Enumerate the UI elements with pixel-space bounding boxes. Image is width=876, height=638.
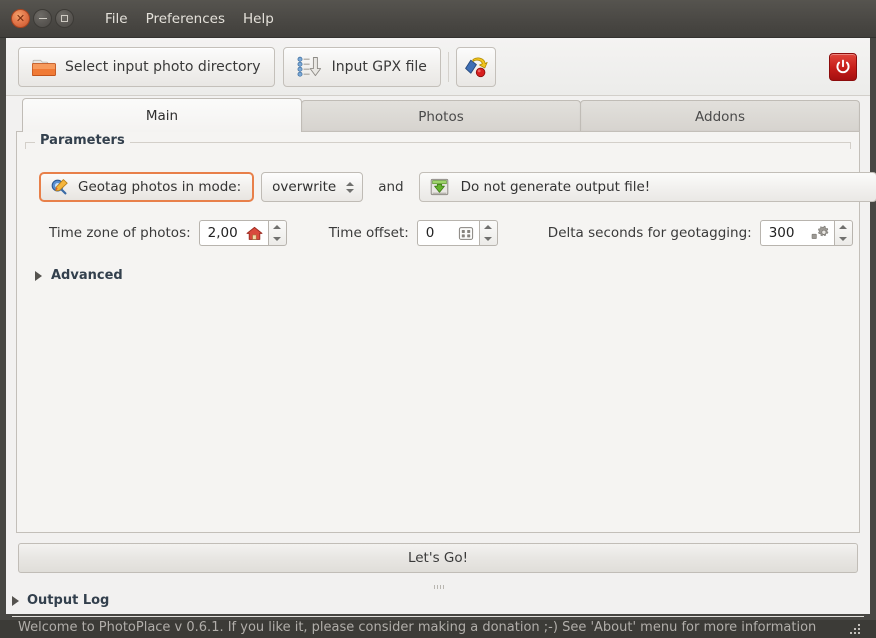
tab-bar: Main Photos Addons — [6, 96, 870, 132]
chevron-updown-icon — [346, 181, 355, 193]
select-input-photo-directory-label: Select input photo directory — [65, 58, 261, 75]
toolbar-separator — [447, 51, 449, 82]
time-zone-label: Time zone of photos: — [49, 225, 191, 241]
variables-button[interactable] — [455, 46, 496, 87]
output-log-label: Output Log — [27, 593, 110, 608]
time-offset-input[interactable]: 0 — [416, 220, 479, 246]
output-file-button[interactable]: Do not generate output file! — [418, 172, 876, 202]
pane-resize-handle[interactable] — [434, 585, 446, 589]
menu-item-help[interactable]: Help — [234, 8, 283, 30]
geotag-icon — [50, 178, 69, 197]
close-button[interactable]: ✕ — [11, 9, 30, 28]
frame-left-tick — [25, 142, 26, 149]
time-zone-step-down[interactable] — [269, 233, 286, 245]
tab-photos[interactable]: Photos — [301, 100, 581, 132]
conjunction-label: and — [378, 179, 404, 195]
geotag-mode-select[interactable]: overwrite — [261, 172, 364, 202]
delta-seconds-label: Delta seconds for geotagging: — [547, 225, 752, 241]
chevron-right-icon — [12, 595, 19, 606]
tab-addons-label: Addons — [695, 108, 745, 125]
advanced-expander[interactable]: Advanced — [35, 268, 123, 283]
lets-go-button[interactable]: Let's Go! — [18, 543, 858, 573]
time-zone-value: 2,00 — [207, 225, 238, 241]
window-resize-grip[interactable] — [848, 621, 862, 635]
time-offset-step-up[interactable] — [480, 221, 497, 233]
output-file-label: Do not generate output file! — [460, 179, 651, 195]
maximize-button[interactable] — [55, 9, 74, 28]
advanced-label: Advanced — [51, 268, 123, 283]
tab-main[interactable]: Main — [22, 98, 302, 132]
power-icon — [835, 59, 851, 75]
tab-photos-label: Photos — [418, 108, 464, 125]
folder-icon — [32, 57, 56, 77]
delta-seconds-stepper[interactable] — [833, 220, 853, 246]
delta-seconds-value: 300 — [768, 225, 795, 241]
parameters-title: Parameters — [35, 133, 130, 148]
menu-item-preferences[interactable]: Preferences — [137, 8, 234, 30]
delta-seconds-input[interactable]: 300 — [759, 220, 834, 246]
tab-addons[interactable]: Addons — [580, 100, 860, 132]
delta-seconds-spinner[interactable]: 300 — [759, 220, 853, 246]
minimize-button[interactable] — [33, 9, 52, 28]
geotag-photos-in-mode-button[interactable]: Geotag photos in mode: — [39, 172, 255, 202]
toolbar: Select input photo directory Input GPX f… — [6, 38, 870, 96]
gears-icon — [811, 225, 829, 241]
variables-icon — [463, 55, 489, 79]
time-zone-spinner[interactable]: 2,00 — [198, 220, 287, 246]
lets-go-label: Let's Go! — [407, 550, 469, 566]
select-input-photo-directory-button[interactable]: Select input photo directory — [18, 46, 275, 87]
time-offset-step-down[interactable] — [480, 233, 497, 245]
output-log-expander[interactable]: Output Log — [12, 593, 109, 608]
time-offset-stepper[interactable] — [478, 220, 498, 246]
frame-top-line — [25, 142, 851, 143]
time-zone-step-up[interactable] — [269, 221, 286, 233]
delta-seconds-step-up[interactable] — [835, 221, 852, 233]
import-list-icon — [297, 56, 323, 78]
status-message: Welcome to PhotoPlace v 0.6.1. If you li… — [18, 620, 817, 635]
delta-seconds-step-down[interactable] — [835, 233, 852, 245]
maximize-icon — [61, 15, 68, 22]
clock-icon — [458, 226, 474, 241]
menu-item-file[interactable]: File — [96, 8, 137, 30]
save-output-icon — [430, 178, 449, 196]
geotag-photos-in-mode-label: Geotag photos in mode: — [78, 179, 242, 195]
time-offset-label: Time offset: — [328, 225, 409, 241]
menu-bar: File Preferences Help — [96, 8, 283, 30]
close-icon: ✕ — [15, 12, 26, 25]
frame-right-tick — [850, 142, 851, 149]
quit-button[interactable] — [829, 52, 857, 81]
tab-main-label: Main — [145, 107, 179, 124]
time-settings-row: Time zone of photos: 2,00 Time offset: 0… — [49, 220, 853, 246]
chevron-right-icon — [35, 270, 42, 281]
main-tab-page: Parameters Geotag photos in mode: overwr… — [16, 131, 876, 533]
client-area: Select input photo directory Input GPX f… — [6, 38, 876, 635]
title-bar: ✕ File Preferences Help — [0, 0, 876, 38]
home-icon — [246, 226, 263, 241]
input-gpx-file-label: Input GPX file — [331, 58, 427, 75]
input-gpx-file-button[interactable]: Input GPX file — [282, 46, 441, 87]
window-controls: ✕ — [11, 9, 74, 28]
application-window: ✕ File Preferences Help Select input pho… — [0, 0, 876, 635]
time-zone-input[interactable]: 2,00 — [198, 220, 268, 246]
geotag-mode-row: Geotag photos in mode: overwrite and Do … — [39, 172, 876, 202]
geotag-mode-value: overwrite — [272, 179, 337, 195]
status-bar: Welcome to PhotoPlace v 0.6.1. If you li… — [12, 616, 864, 638]
time-offset-spinner[interactable]: 0 — [416, 220, 498, 246]
time-offset-value: 0 — [425, 225, 435, 241]
minimize-icon — [38, 18, 47, 19]
time-zone-stepper[interactable] — [267, 220, 287, 246]
